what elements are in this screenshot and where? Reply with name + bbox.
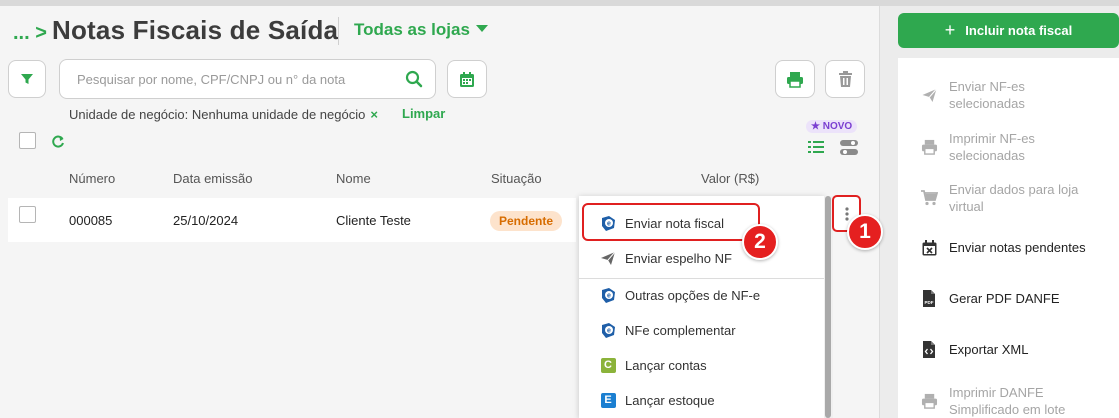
menu-item-label: Lançar estoque [625, 393, 715, 408]
action-imprimir-nfes-selecionadas[interactable]: Imprimir NF-es selecionadas [898, 130, 1119, 164]
estoque-icon: E [599, 393, 617, 408]
paper-plane-icon [599, 251, 617, 266]
plus-icon: + [944, 20, 956, 40]
active-filter-chip: Unidade de negócio: Nenhuma unidade de n… [69, 107, 378, 122]
row-checkbox[interactable] [19, 206, 36, 223]
cart-icon [920, 190, 938, 206]
menu-item-enviar-espelho-nf[interactable]: Enviar espelho NF [579, 241, 824, 276]
trash-icon [838, 70, 852, 87]
column-header-nome[interactable]: Nome [336, 171, 371, 186]
svg-text:PDF: PDF [925, 300, 934, 305]
menu-item-label: Outras opções de NF-e [625, 288, 761, 303]
nfe-icon: e [599, 287, 617, 304]
pdf-file-icon: PDF [920, 290, 938, 307]
search-box[interactable] [59, 59, 436, 99]
step-2-marker: 2 [742, 224, 778, 260]
action-gerar-pdf-danfe[interactable]: PDF Gerar PDF DANFE [898, 290, 1119, 307]
action-enviar-dados-loja-virtual[interactable]: Enviar dados para loja virtual [898, 181, 1119, 215]
breadcrumb[interactable]: ... > [13, 22, 47, 45]
svg-text:e: e [607, 328, 611, 335]
column-header-numero[interactable]: Número [69, 171, 115, 186]
paper-plane-icon [920, 88, 938, 103]
menu-item-label: NFe complementar [625, 323, 736, 338]
printer-icon [787, 71, 803, 88]
menu-item-label: Lançar contas [625, 358, 707, 373]
add-invoice-button[interactable]: + Incluir nota fiscal [898, 13, 1119, 48]
nfe-icon: e [599, 322, 617, 339]
remove-filter-icon[interactable]: × [370, 107, 378, 122]
printer-icon [920, 139, 938, 155]
menu-scrollbar-thumb[interactable] [825, 196, 831, 418]
calendar-icon [460, 71, 474, 87]
action-imprimir-danfe-simplificado[interactable]: Imprimir DANFE Simplificado em lote [898, 384, 1119, 418]
menu-item-outras-opcoes-nfe[interactable]: e Outras opções de NF-e [579, 278, 824, 313]
delete-button[interactable] [825, 60, 865, 98]
row-data: 25/10/2024 [173, 213, 239, 228]
calendar-x-icon [920, 239, 938, 256]
page-title: Notas Fiscais de Saída [52, 15, 339, 45]
row-nome: Cliente Teste [336, 213, 411, 228]
header-divider [338, 17, 339, 45]
contas-icon: C [599, 358, 617, 373]
active-filter-label: Unidade de negócio: Nenhuma unidade de n… [69, 107, 366, 122]
print-button[interactable] [775, 60, 815, 98]
date-filter-button[interactable] [447, 60, 487, 98]
printer-icon [920, 393, 938, 409]
clear-filters-link[interactable]: Limpar [402, 106, 445, 121]
row-numero: 000085 [69, 213, 113, 228]
column-header-valor[interactable]: Valor (R$) [701, 171, 759, 186]
new-badge: ★ NOVO [806, 120, 858, 133]
step-1-marker: 1 [847, 214, 883, 250]
column-header-situacao[interactable]: Situação [491, 171, 542, 186]
menu-item-lancar-contas[interactable]: C Lançar contas [579, 348, 824, 383]
actions-panel: Enviar NF-es selecionadas Imprimir NF-es… [898, 58, 1119, 418]
highlight-enviar-nota-fiscal [582, 203, 760, 241]
chevron-down-icon [475, 25, 488, 32]
action-enviar-nfes-selecionadas[interactable]: Enviar NF-es selecionadas [898, 78, 1119, 112]
action-enviar-notas-pendentes[interactable]: Enviar notas pendentes [898, 239, 1119, 256]
search-input[interactable] [60, 60, 380, 98]
status-badge: Pendente [490, 211, 563, 231]
refresh-icon[interactable] [51, 135, 65, 149]
select-all-checkbox[interactable] [19, 132, 36, 149]
menu-item-lancar-estoque[interactable]: E Lançar estoque [579, 383, 824, 418]
toggle-view-icon[interactable] [840, 140, 858, 156]
code-file-icon [920, 341, 938, 358]
kebab-menu-icon [844, 206, 849, 221]
action-exportar-xml[interactable]: Exportar XML [898, 341, 1119, 358]
menu-item-nfe-complementar[interactable]: e NFe complementar [579, 313, 824, 348]
search-icon[interactable] [405, 70, 423, 88]
store-selector[interactable]: Todas as lojas [354, 20, 488, 40]
filter-button[interactable] [8, 60, 46, 98]
list-view-icon[interactable] [808, 140, 824, 154]
column-header-data[interactable]: Data emissão [173, 171, 252, 186]
menu-item-label: Enviar espelho NF [625, 251, 732, 266]
svg-text:e: e [607, 293, 611, 300]
filter-icon [21, 74, 33, 84]
